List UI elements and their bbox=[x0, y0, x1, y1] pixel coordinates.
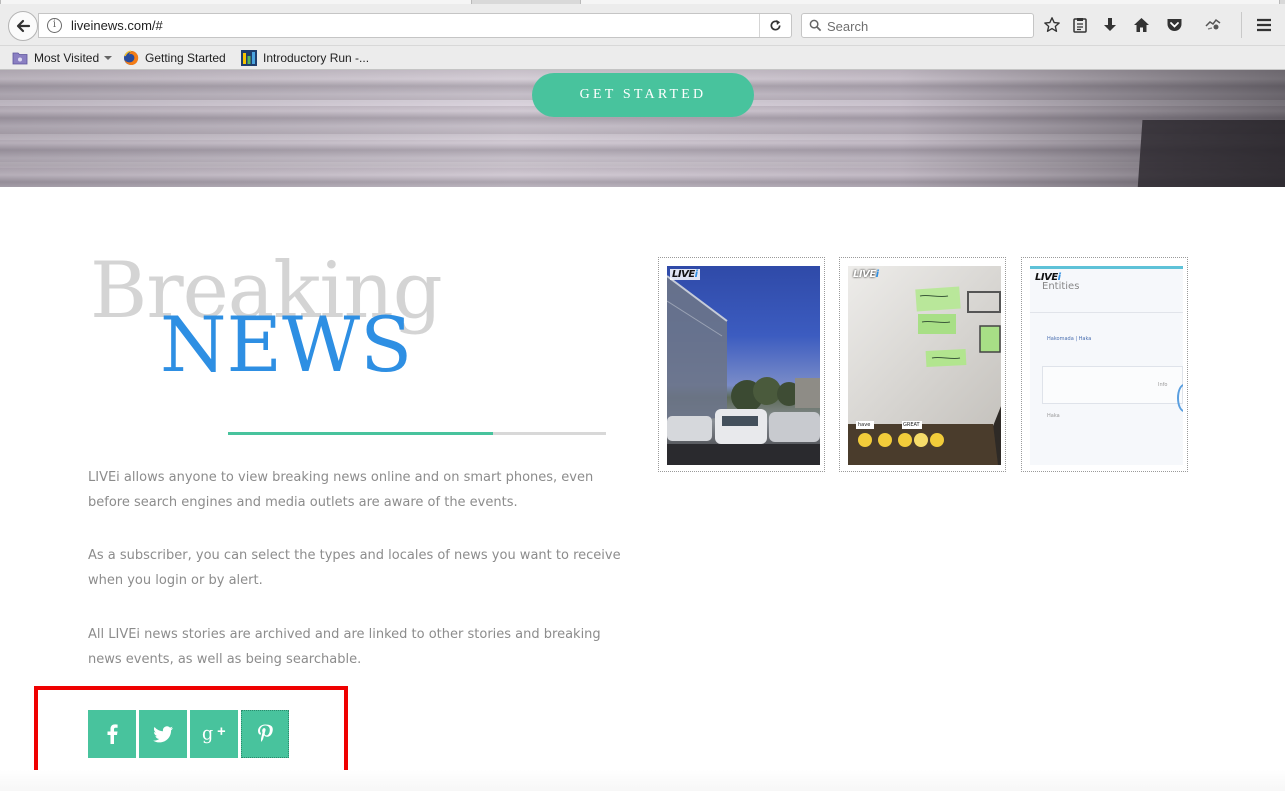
chevron-down-icon bbox=[104, 56, 113, 60]
download-arrow-icon bbox=[1104, 18, 1116, 31]
pocket-icon bbox=[1167, 19, 1181, 31]
intro-paragraph: LIVEi allows anyone to view breaking new… bbox=[88, 470, 594, 510]
bookmarks-bar: Most Visited Getting Started Introductor… bbox=[0, 46, 1285, 70]
extension-button[interactable] bbox=[1202, 14, 1224, 36]
search-bar[interactable] bbox=[801, 13, 1034, 38]
svg-text:g: g bbox=[202, 725, 213, 744]
twitter-icon bbox=[153, 725, 173, 742]
extension-icon bbox=[1205, 18, 1221, 30]
screenshot-thumbnail-1[interactable]: LIVEi bbox=[658, 257, 825, 472]
bookmark-label: Introductory Run -... bbox=[263, 51, 370, 65]
app-divider bbox=[1030, 312, 1183, 313]
twitter-share-button[interactable] bbox=[139, 710, 187, 758]
google-plus-icon: g bbox=[202, 725, 226, 744]
search-icon bbox=[809, 19, 822, 32]
star-icon bbox=[1044, 17, 1060, 32]
note-great: GREAT bbox=[903, 422, 920, 428]
archive-paragraph: All LIVEi news stories are archived and … bbox=[88, 627, 601, 667]
app-link-text: Hakomada | Haka bbox=[1047, 336, 1092, 342]
tab-strip bbox=[0, 0, 1285, 4]
badge-text: LIVE bbox=[672, 269, 695, 280]
get-started-button[interactable]: GET STARTED bbox=[532, 73, 754, 117]
bookmark-introductory-run[interactable]: Introductory Run -... bbox=[241, 49, 369, 67]
back-button[interactable] bbox=[8, 11, 38, 41]
app-field-label: Info bbox=[1158, 382, 1168, 388]
live-logo-badge: LIVEi bbox=[851, 269, 881, 280]
badge-accent: i bbox=[875, 269, 879, 280]
folder-icon bbox=[12, 52, 28, 65]
news-heading: NEWS bbox=[160, 300, 413, 389]
reading-list-button[interactable] bbox=[1069, 14, 1091, 36]
menu-button[interactable] bbox=[1253, 14, 1275, 36]
google-plus-share-button[interactable]: g bbox=[190, 710, 238, 758]
heading-divider-fill bbox=[228, 432, 493, 435]
note-have: have bbox=[858, 422, 871, 428]
subscriber-paragraph: As a subscriber, you can select the type… bbox=[88, 548, 621, 588]
reload-button[interactable] bbox=[759, 14, 791, 37]
heading-divider bbox=[228, 432, 606, 435]
whiteboard-photo: have GREAT LIVEi bbox=[848, 266, 1001, 465]
clipboard-icon bbox=[1073, 18, 1087, 33]
tab-left[interactable] bbox=[0, 0, 472, 4]
toolbar-separator bbox=[1241, 12, 1242, 38]
badge-text: LIVE bbox=[1035, 272, 1058, 283]
bookmark-most-visited[interactable]: Most Visited bbox=[12, 49, 113, 67]
downloads-button[interactable] bbox=[1099, 14, 1121, 36]
reload-icon bbox=[770, 19, 781, 31]
pinterest-share-button[interactable] bbox=[241, 710, 289, 758]
whiteboard-scene bbox=[848, 266, 1001, 465]
bookmark-label: Getting Started bbox=[145, 51, 226, 65]
app-top-bar bbox=[1030, 266, 1183, 269]
parking-lot-scene bbox=[667, 275, 820, 465]
url-bar[interactable]: i liveinews.com/# bbox=[38, 13, 792, 38]
bookmark-star-button[interactable] bbox=[1041, 14, 1063, 36]
parking-lot-photo: LIVEi bbox=[667, 266, 820, 465]
info-icon[interactable]: i bbox=[47, 18, 62, 33]
badge-accent: i bbox=[1057, 272, 1061, 283]
back-arrow-icon bbox=[16, 19, 31, 33]
facebook-icon bbox=[107, 724, 118, 744]
firefox-icon bbox=[124, 50, 139, 65]
screenshot-thumbnail-2[interactable]: have GREAT LIVEi bbox=[839, 257, 1006, 472]
bookmark-label: Most Visited bbox=[34, 51, 100, 65]
tab-active[interactable] bbox=[580, 0, 1280, 4]
browser-toolbar: i liveinews.com/# bbox=[0, 0, 1285, 46]
badge-text: LIVE bbox=[853, 269, 876, 280]
pocket-button[interactable] bbox=[1163, 14, 1185, 36]
screenshot-thumbnail-3[interactable]: Entities Hakomada | Haka Info Haka LIVEi bbox=[1021, 257, 1188, 472]
hamburger-icon bbox=[1257, 18, 1271, 32]
bookmark-getting-started[interactable]: Getting Started bbox=[123, 49, 226, 67]
live-logo-badge: LIVEi bbox=[670, 269, 700, 280]
url-text[interactable]: liveinews.com/# bbox=[71, 18, 163, 33]
bars-icon bbox=[241, 50, 257, 66]
pinterest-icon bbox=[258, 724, 273, 742]
app-field-label-2: Haka bbox=[1047, 413, 1060, 419]
facebook-share-button[interactable] bbox=[88, 710, 136, 758]
badge-accent: i bbox=[694, 269, 698, 280]
home-button[interactable] bbox=[1130, 14, 1152, 36]
page-bottom-fade bbox=[0, 770, 1285, 791]
app-circle-control bbox=[1177, 384, 1183, 412]
search-input[interactable] bbox=[827, 17, 1027, 35]
home-icon bbox=[1133, 18, 1149, 32]
live-logo-badge: LIVEi bbox=[1033, 272, 1063, 283]
app-screen-image: Entities Hakomada | Haka Info Haka LIVEi bbox=[1030, 266, 1183, 465]
